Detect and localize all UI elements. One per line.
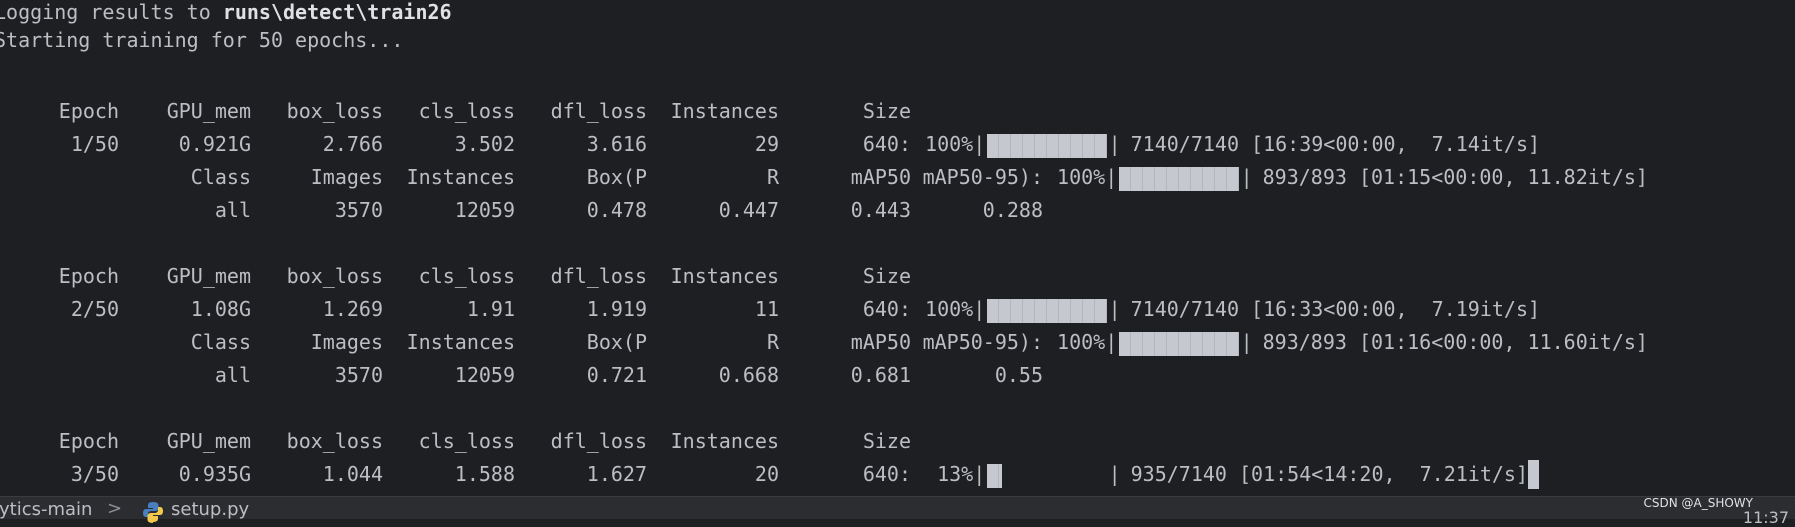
val-header-3: Box(P	[586, 330, 647, 354]
val-result-2: 12059	[454, 198, 515, 222]
train-row-6: 640:	[862, 132, 911, 156]
val-header-6: mAP50-95):	[922, 165, 1043, 189]
val-progress-bar	[1118, 332, 1239, 356]
train-row-4: 1.627	[586, 462, 647, 486]
train-header-4: dfl_loss	[550, 429, 647, 453]
val-header-2: Instances	[406, 330, 515, 354]
train-header-4: dfl_loss	[550, 99, 647, 123]
val-header-0: Class	[190, 330, 251, 354]
train-progress-stats: 7140/7140 [16:39<00:00, 7.14it/s]	[1118, 132, 1541, 156]
train-progress-bar	[986, 134, 1107, 158]
val-result-5: 0.681	[850, 363, 911, 387]
terminal-cursor	[1528, 460, 1540, 489]
val-result-2: 12059	[454, 363, 515, 387]
val-result-0: all	[214, 198, 251, 222]
train-progress-percent: 13%|	[913, 462, 986, 486]
watermark: CSDN @A_SHOWY	[1643, 496, 1753, 510]
train-row-4: 1.919	[586, 297, 647, 321]
train-header-2: box_loss	[286, 264, 383, 288]
val-progress-bar	[1118, 167, 1239, 191]
val-result-5: 0.443	[850, 198, 911, 222]
train-header-3: cls_loss	[418, 99, 515, 123]
val-header-4: R	[766, 165, 779, 189]
val-header-2: Instances	[406, 165, 515, 189]
train-row-6: 640:	[862, 297, 911, 321]
val-header-5: mAP50	[850, 330, 911, 354]
train-header-3: cls_loss	[418, 429, 515, 453]
train-row-2: 1.044	[322, 462, 383, 486]
logging-prefix: Logging results to	[0, 0, 223, 24]
train-progress-percent: 100%|	[913, 297, 986, 321]
train-row-5: 20	[754, 462, 779, 486]
val-result-6: 0.288	[982, 198, 1043, 222]
train-progress-bar	[986, 299, 1107, 323]
train-row-0: 1/50	[70, 132, 119, 156]
train-progress-percent: 100%|	[913, 132, 986, 156]
train-row-1: 0.921G	[178, 132, 251, 156]
train-header-5: Instances	[670, 264, 779, 288]
val-result-1: 3570	[334, 198, 383, 222]
val-progress-percent: 100%|	[1045, 330, 1118, 354]
train-header-0: Epoch	[58, 99, 119, 123]
val-progress-stats: 893/893 [01:16<00:00, 11.60it/s]	[1250, 330, 1648, 354]
status-bar: lytics-main > setup.py	[0, 496, 1795, 523]
train-header-0: Epoch	[58, 264, 119, 288]
val-header-1: Images	[310, 165, 383, 189]
python-icon	[143, 502, 163, 523]
train-header-1: GPU_mem	[166, 429, 251, 453]
train-row-3: 1.91	[466, 297, 515, 321]
train-header-4: dfl_loss	[550, 264, 647, 288]
val-result-3: 0.721	[586, 363, 647, 387]
clock: 11:37	[1742, 508, 1789, 527]
train-row-5: 29	[754, 132, 779, 156]
train-row-1: 0.935G	[178, 462, 251, 486]
val-header-5: mAP50	[850, 165, 911, 189]
train-row-0: 3/50	[70, 462, 119, 486]
val-progress-percent: 100%|	[1045, 165, 1118, 189]
train-row-2: 1.269	[322, 297, 383, 321]
val-header-6: mAP50-95):	[922, 330, 1043, 354]
train-progress-stats: 935/7140 [01:54<14:20, 7.21it/s]	[1118, 462, 1528, 486]
val-result-0: all	[214, 363, 251, 387]
train-header-2: box_loss	[286, 429, 383, 453]
train-header-6: Size	[862, 264, 911, 288]
val-header-4: R	[766, 330, 779, 354]
train-row-4: 3.616	[586, 132, 647, 156]
train-header-5: Instances	[670, 429, 779, 453]
val-result-1: 3570	[334, 363, 383, 387]
train-header-0: Epoch	[58, 429, 119, 453]
logging-path: runs\detect\train26	[222, 0, 452, 24]
train-row-2: 2.766	[322, 132, 383, 156]
train-header-2: box_loss	[286, 99, 383, 123]
val-progress-stats: 893/893 [01:15<00:00, 11.82it/s]	[1250, 165, 1648, 189]
starting-line: Starting training for 50 epochs...	[0, 28, 404, 52]
train-header-6: Size	[862, 429, 911, 453]
val-header-1: Images	[310, 330, 383, 354]
breadcrumb-separator: >	[107, 498, 123, 519]
breadcrumb-project[interactable]: lytics-main	[0, 499, 92, 520]
val-header-0: Class	[190, 165, 251, 189]
train-header-1: GPU_mem	[166, 99, 251, 123]
train-row-3: 3.502	[454, 132, 515, 156]
train-row-5: 11	[754, 297, 779, 321]
train-header-6: Size	[862, 99, 911, 123]
breadcrumb-file[interactable]: setup.py	[171, 499, 249, 520]
train-header-1: GPU_mem	[166, 264, 251, 288]
train-progress-stats: 7140/7140 [16:33<00:00, 7.19it/s]	[1118, 297, 1541, 321]
train-header-3: cls_loss	[418, 264, 515, 288]
train-row-1: 1.08G	[190, 297, 251, 321]
train-row-6: 640:	[862, 462, 911, 486]
val-result-4: 0.447	[718, 198, 779, 222]
val-result-3: 0.478	[586, 198, 647, 222]
train-row-3: 1.588	[454, 462, 515, 486]
train-progress-bar	[986, 464, 1003, 488]
train-header-5: Instances	[670, 99, 779, 123]
terminal-output[interactable]: Logging results to runs\detect\train26 S…	[0, 0, 1795, 497]
val-result-6: 0.55	[994, 363, 1043, 387]
val-header-3: Box(P	[586, 165, 647, 189]
val-result-4: 0.668	[718, 363, 779, 387]
train-row-0: 2/50	[70, 297, 119, 321]
